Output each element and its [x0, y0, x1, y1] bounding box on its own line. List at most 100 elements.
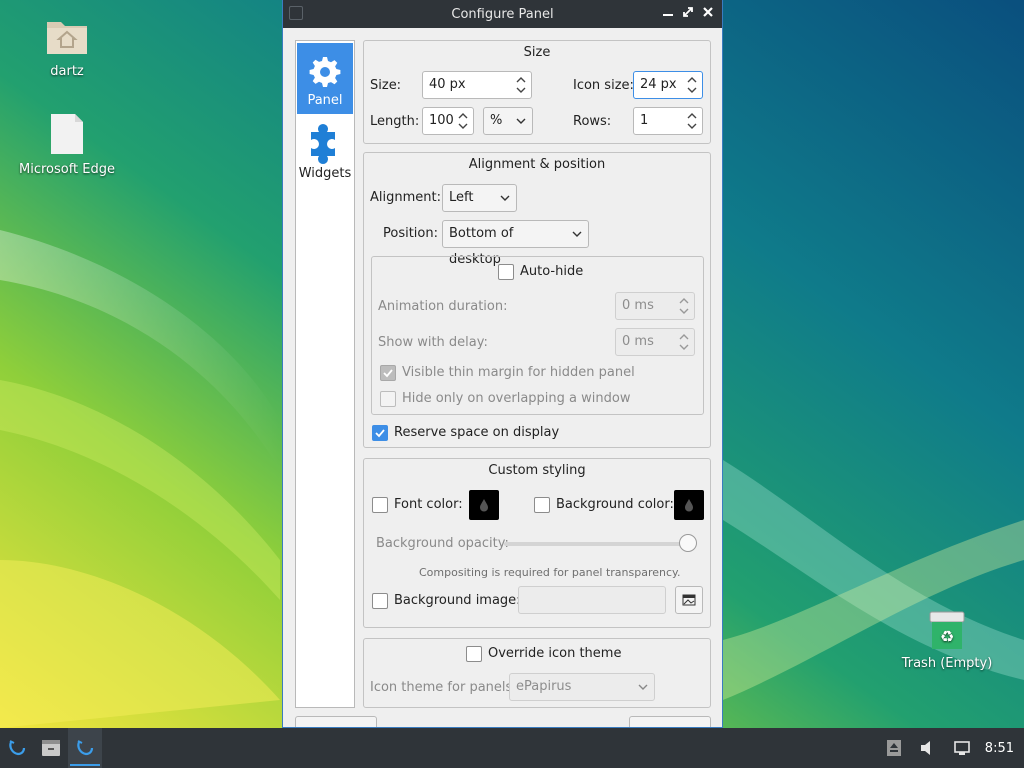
length-unit-select[interactable]: % [483, 107, 533, 135]
spin-arrows-icon[interactable] [457, 110, 469, 132]
select-value: % [490, 113, 503, 128]
font-color-label: Font color: [394, 497, 463, 512]
group-title: Size [523, 45, 551, 60]
background-color-label: Background color: [556, 497, 674, 512]
lxqt-logo-icon [77, 740, 94, 756]
sidebar-item-label: Panel [307, 93, 343, 108]
spin-arrows-icon[interactable] [686, 110, 698, 132]
desktop-icon-edge[interactable]: Microsoft Edge [12, 112, 122, 177]
alignment-label: Alignment: [370, 190, 441, 205]
puzzle-icon [297, 122, 353, 166]
rows-label: Rows: [573, 114, 612, 129]
taskbar-configure-panel[interactable] [68, 728, 102, 768]
custom-styling-group: Custom styling Font color: Background co… [363, 458, 711, 628]
reserve-space-label: Reserve space on display [394, 425, 560, 440]
home-folder-icon [45, 14, 89, 58]
desktop-icon-label: dartz [50, 64, 84, 79]
background-opacity-slider[interactable] [504, 542, 696, 546]
dialog-sidebar: Panel Widgets [295, 40, 355, 708]
alignment-select[interactable]: Left [442, 184, 517, 212]
dialog-left-button[interactable] [295, 716, 377, 727]
animation-duration-spinbox[interactable]: 0 ms [615, 292, 695, 320]
checkmark-icon [383, 369, 393, 378]
slider-handle[interactable] [679, 534, 697, 552]
clock[interactable]: 8:51 [979, 741, 1024, 756]
autohide-subgroup: Auto-hide Animation duration: 0 ms Show … [371, 256, 704, 415]
chevron-down-icon [516, 118, 526, 124]
tray-volume[interactable] [911, 728, 945, 768]
position-label: Position: [383, 226, 438, 241]
background-image-checkbox[interactable] [372, 593, 388, 609]
background-opacity-label: Background opacity: [376, 536, 509, 551]
alignment-position-group: Alignment & position Alignment: Left Pos… [363, 152, 711, 448]
spin-arrows-icon[interactable] [686, 74, 698, 96]
app-menu-button[interactable] [0, 728, 34, 768]
dialog-title: Configure Panel [451, 6, 554, 22]
icon-theme-group: Override icon theme Icon theme for panel… [363, 638, 711, 708]
size-group: Size Size: 40 px Icon size: 24 px Length… [363, 40, 711, 144]
browse-image-button[interactable] [675, 586, 703, 614]
length-label: Length: [370, 114, 420, 129]
dialog-titlebar[interactable]: Configure Panel [283, 0, 722, 28]
spinbox-value: 0 ms [622, 298, 654, 313]
font-color-checkbox[interactable] [372, 497, 388, 513]
sidebar-item-label: Widgets [298, 166, 352, 181]
background-color-checkbox[interactable] [534, 497, 550, 513]
background-image-label: Background image: [394, 593, 521, 608]
icon-size-spinbox[interactable]: 24 px [633, 71, 703, 99]
minimize-icon[interactable] [660, 6, 676, 22]
chevron-down-icon [500, 195, 510, 201]
icon-size-label: Icon size: [573, 78, 634, 93]
spin-arrows-icon[interactable] [678, 295, 690, 317]
svg-text:♻: ♻ [940, 627, 954, 646]
droplet-icon [685, 499, 693, 512]
select-value: Left [449, 190, 474, 205]
sidebar-item-panel[interactable]: Panel [297, 43, 353, 114]
lxqt-logo-icon [9, 740, 26, 756]
background-image-path-field[interactable] [518, 586, 666, 614]
background-color-button[interactable] [674, 490, 704, 520]
select-value: ePapirus [516, 679, 572, 694]
spinbox-value: 0 ms [622, 334, 654, 349]
group-title: Alignment & position [468, 157, 606, 172]
rows-spinbox[interactable]: 1 [633, 107, 703, 135]
show-delay-spinbox[interactable]: 0 ms [615, 328, 695, 356]
override-icon-theme-checkbox[interactable] [466, 646, 482, 662]
size-label: Size: [370, 78, 402, 93]
spinbox-value: 24 px [640, 77, 677, 92]
checkmark-icon [375, 429, 385, 438]
maximize-icon[interactable] [680, 6, 696, 22]
chevron-down-icon [638, 684, 648, 690]
hide-overlap-checkbox[interactable] [380, 391, 396, 407]
chevron-down-icon [572, 231, 582, 237]
image-icon [682, 594, 696, 606]
network-icon [953, 741, 970, 755]
icon-theme-select[interactable]: ePapirus [509, 673, 655, 701]
dialog-right-button[interactable] [629, 716, 711, 727]
desktop-icon-home[interactable]: dartz [12, 14, 122, 79]
upload-icon [886, 740, 901, 756]
tray-network[interactable] [945, 728, 979, 768]
autohide-label: Auto-hide [520, 264, 584, 279]
autohide-checkbox[interactable] [498, 264, 514, 280]
thin-margin-checkbox[interactable] [380, 365, 396, 381]
system-tray: 8:51 [877, 728, 1024, 768]
compositing-note: Compositing is required for panel transp… [419, 566, 681, 579]
spin-arrows-icon[interactable] [515, 74, 527, 96]
spin-arrows-icon[interactable] [678, 331, 690, 353]
desktop-icon-trash[interactable]: ♻ Trash (Empty) [892, 610, 1002, 671]
desktop-icon-label: Trash (Empty) [901, 656, 993, 671]
show-delay-label: Show with delay: [378, 335, 488, 350]
close-icon[interactable] [700, 6, 716, 22]
reserve-space-checkbox[interactable] [372, 425, 388, 441]
position-select[interactable]: Bottom of desktop [442, 220, 589, 267]
file-manager-icon [42, 740, 60, 756]
animation-duration-label: Animation duration: [378, 299, 508, 314]
panel-size-spinbox[interactable]: 40 px [422, 71, 532, 99]
taskbar-file-manager[interactable] [34, 728, 68, 768]
override-icon-theme-label: Override icon theme [488, 646, 622, 661]
sidebar-item-widgets[interactable]: Widgets [297, 116, 353, 187]
font-color-button[interactable] [469, 490, 499, 520]
length-spinbox[interactable]: 100 [422, 107, 474, 135]
tray-updates[interactable] [877, 728, 911, 768]
